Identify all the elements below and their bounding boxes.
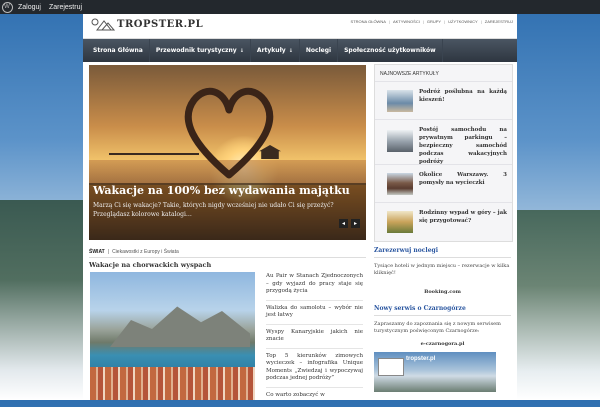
nav-item-community[interactable]: Społeczność użytkowników (338, 39, 443, 62)
background-trees-right (515, 210, 600, 400)
tropster-widget[interactable]: tropster.pl (374, 352, 496, 392)
related-link[interactable]: Au Pair w Stanach Zjednoczonych – gdy wy… (266, 273, 363, 301)
article-thumbnail[interactable] (387, 130, 413, 152)
mountain-graphic (110, 306, 250, 347)
article-title[interactable]: Postój samochodu na prywatnym parkingu –… (419, 126, 507, 166)
heart-silhouette-image (184, 87, 274, 179)
nav-item-label: Strona Główna (93, 47, 143, 54)
wordpress-icon[interactable]: W (0, 0, 14, 14)
nav-item-label: Społeczność użytkowników (344, 47, 436, 54)
article-thumbnail[interactable] (387, 173, 413, 195)
sidebar-noclegi-title[interactable]: Zarezerwuj noclegi (374, 247, 511, 258)
nav-item-label: Noclegi (305, 47, 332, 54)
town-graphic (90, 367, 255, 400)
article-title[interactable]: Okolice Warszawy. 3 pomysły na wycieczki (419, 171, 507, 187)
list-item[interactable]: Podróż poślubna na każdą kieszeń! (375, 81, 512, 119)
page-wrapper: TROPSTER.PL STRONA GŁÓWNA AKTYWNOŚCI GRU… (83, 14, 517, 400)
login-link[interactable]: Zaloguj (18, 4, 41, 11)
article-thumbnail[interactable] (387, 211, 413, 233)
section-title[interactable]: Wakacje na chorwackich wyspach (89, 261, 211, 269)
list-item[interactable]: Rodzinny wypad w góry – jak się przygoto… (375, 202, 512, 240)
related-link[interactable]: Walizka do samolotu – wybór nie jest łat… (266, 305, 363, 325)
nav-item-lodging[interactable]: Noclegi (300, 39, 339, 62)
article-title[interactable]: Podróż poślubna na każdą kieszeń! (419, 88, 507, 104)
croatia-coast-image[interactable] (90, 272, 255, 400)
related-link[interactable]: Co warto zobaczyć w (266, 392, 363, 404)
nav-item-home[interactable]: Strona Główna (87, 39, 150, 62)
article-title[interactable]: Rodzinny wypad w góry – jak się przygoto… (419, 209, 507, 225)
booking-link[interactable]: Booking.com (374, 289, 511, 295)
slider-next-button[interactable]: ▸ (351, 219, 360, 228)
content-area: Wakacje na 100% bez wydawania majątku Ma… (83, 62, 517, 400)
list-item[interactable]: Okolice Warszawy. 3 pomysły na wycieczki (375, 164, 512, 202)
newest-articles-box: NAJNOWSZE ARTYKUŁY Podróż poślubna na ka… (374, 64, 513, 242)
widget-name: tropster.pl (406, 356, 436, 362)
topnav-users[interactable]: UŻYTKOWNICY (444, 19, 478, 24)
topnav-activity[interactable]: AKTYWNOŚCI (389, 19, 420, 24)
breadcrumb-current[interactable]: Ciekawostki z Europy i Świata (112, 249, 179, 255)
topnav-home[interactable]: STRONA GŁÓWNA (351, 19, 386, 24)
logo-text: TROPSTER.PL (117, 18, 204, 30)
related-link[interactable]: Top 5 kierunków zimowych wycieczek – inf… (266, 353, 363, 388)
article-thumbnail[interactable] (387, 90, 413, 112)
main-navigation: Strona Główna Przewodnik turystyczny ↓ Ar… (83, 39, 517, 62)
nav-item-guide[interactable]: Przewodnik turystyczny ↓ (150, 39, 251, 62)
register-link[interactable]: Zarejestruj (49, 4, 82, 11)
list-item[interactable]: Postój samochodu na prywatnym parkingu –… (375, 119, 512, 166)
related-links: Au Pair w Stanach Zjednoczonych – gdy wy… (266, 273, 363, 407)
site-header: TROPSTER.PL STRONA GŁÓWNA AKTYWNOŚCI GRU… (83, 14, 517, 39)
breadcrumb-separator: | (107, 248, 110, 255)
background-trees-left (0, 200, 85, 400)
sidebar-noclegi-text: Tysiące hoteli w jednym miejscu – rezerw… (374, 263, 510, 276)
featured-slider[interactable]: Wakacje na 100% bez wydawania majątku Ma… (89, 65, 366, 240)
chevron-down-icon: ↓ (288, 47, 293, 54)
top-navigation: STRONA GŁÓWNA AKTYWNOŚCI GRUPY UŻYTKOWNI… (351, 19, 513, 24)
newest-articles-heading: NAJNOWSZE ARTYKUŁY (380, 71, 439, 77)
nav-item-label: Przewodnik turystyczny (155, 47, 237, 54)
chevron-down-icon: ↓ (239, 47, 244, 54)
house-icon (91, 18, 115, 31)
related-link[interactable]: Wyspy Kanaryjskie jakich nie znacie (266, 329, 363, 349)
breadcrumb-section[interactable]: ŚWIAT (89, 249, 105, 255)
logo-thumbnail (378, 358, 404, 376)
topnav-register[interactable]: ZAREJESTRUJ (481, 19, 513, 24)
nav-item-articles[interactable]: Artykuły ↓ (251, 39, 300, 62)
slide-caption: Wakacje na 100% bez wydawania majątku Ma… (89, 183, 366, 240)
czarnogora-link[interactable]: e-czarnogora.pl (374, 341, 511, 347)
slide-title[interactable]: Wakacje na 100% bez wydawania majątku (93, 184, 350, 197)
slider-arrows: ◂ ▸ (339, 219, 360, 228)
site-logo[interactable]: TROPSTER.PL (91, 17, 203, 31)
breadcrumb: ŚWIAT | Ciekawostki z Europy i Świata (89, 246, 366, 258)
sidebar-czarnogora-title[interactable]: Nowy serwis o Czarnogórze (374, 305, 511, 316)
slide-excerpt: Marzą Ci się wakacje? Takie, których nig… (93, 202, 334, 218)
nav-item-label: Artykuły (256, 47, 286, 54)
topnav-groups[interactable]: GRUPY (423, 19, 441, 24)
sidebar: Zarezerwuj noclegi Tysiące hoteli w jedn… (374, 247, 511, 392)
sidebar-czarnogora-text: Zapraszamy do zapoznania się z nowym ser… (374, 321, 501, 334)
admin-bar: W Zaloguj Zarejestruj (0, 0, 600, 14)
slider-prev-button[interactable]: ◂ (339, 219, 348, 228)
